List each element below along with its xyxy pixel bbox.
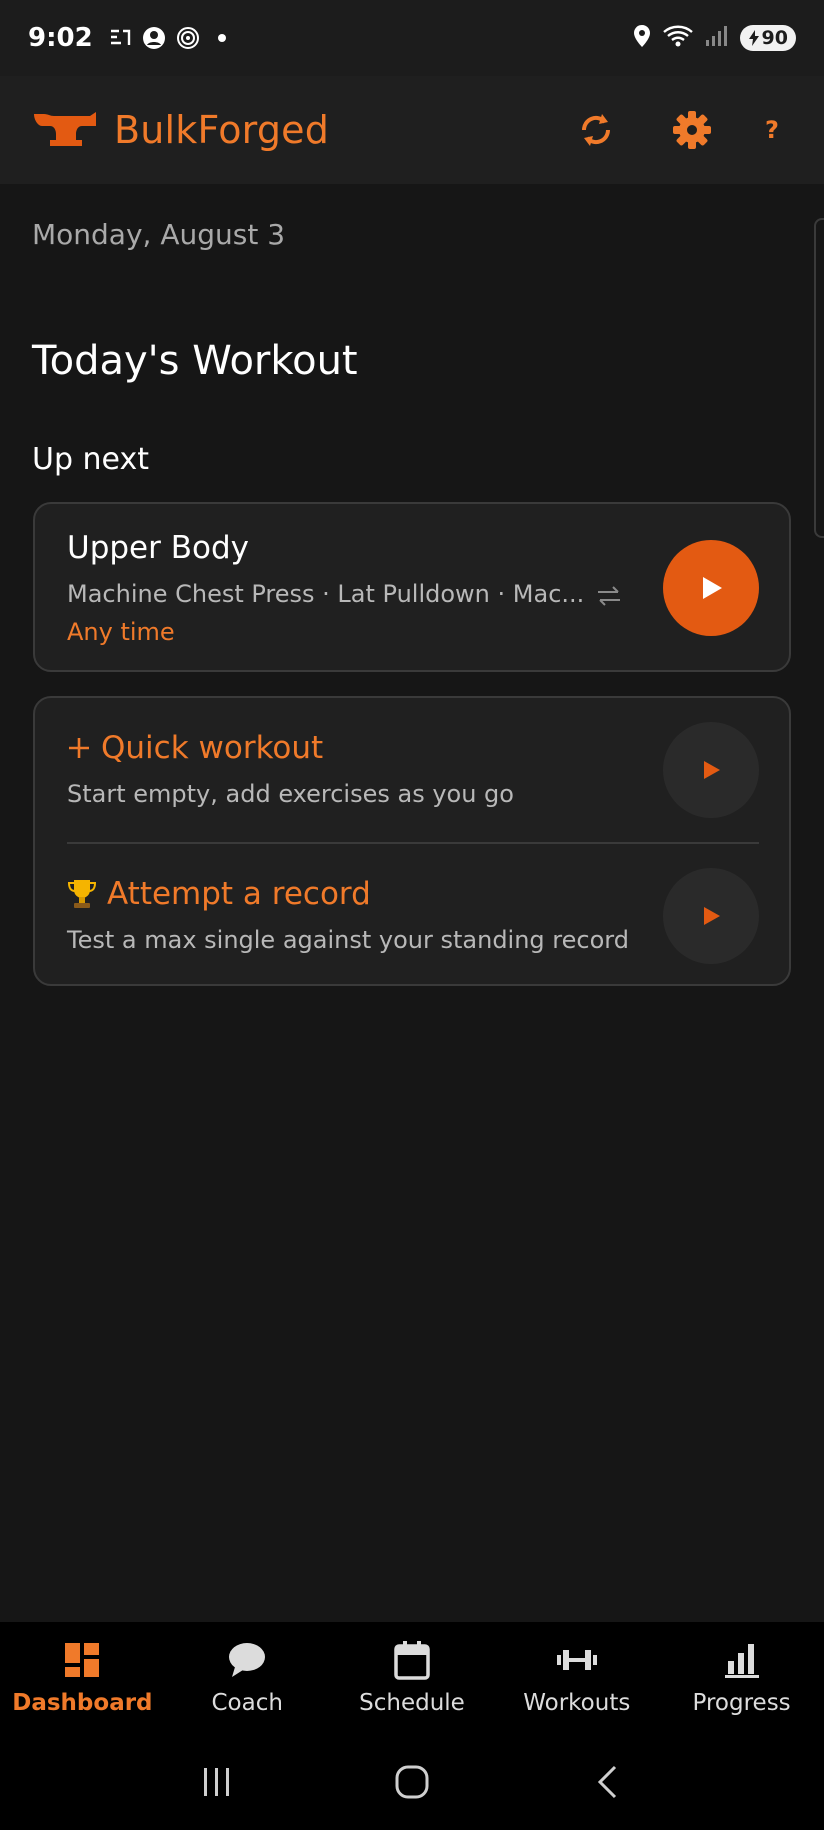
anvil-logo-icon bbox=[34, 112, 96, 146]
up-next-card[interactable]: Upper Body Machine Chest Press · Lat Pul… bbox=[33, 502, 791, 672]
dot-icon bbox=[209, 25, 235, 51]
assistant-icon bbox=[107, 25, 133, 51]
back-icon bbox=[597, 1765, 616, 1799]
battery-indicator: 90 bbox=[739, 25, 796, 51]
attempt-record-title: Attempt a record bbox=[67, 876, 371, 912]
date-label: Monday, August 3 bbox=[32, 218, 286, 251]
battery-charging-icon bbox=[748, 30, 759, 46]
location-icon bbox=[632, 24, 652, 52]
scroll-indicator bbox=[814, 218, 824, 538]
dumbbell-icon bbox=[555, 1638, 599, 1682]
sync-button[interactable] bbox=[564, 98, 628, 162]
quick-workout-label: Quick workout bbox=[101, 730, 324, 766]
battery-level: 90 bbox=[761, 27, 788, 49]
dashboard-screen: 9:02 90 BulkForged ? Monday, August 3 To… bbox=[0, 0, 824, 1830]
app-title: BulkForged bbox=[114, 108, 330, 152]
nav-dashboard-label: Dashboard bbox=[12, 1690, 153, 1716]
nav-workouts[interactable]: Workouts bbox=[494, 1622, 659, 1734]
plus-icon bbox=[69, 738, 89, 758]
nav-coach[interactable]: Coach bbox=[165, 1622, 330, 1734]
workout-name: Upper Body bbox=[67, 530, 249, 566]
calendar-icon bbox=[390, 1638, 434, 1682]
quick-workout-subtitle: Start empty, add exercises as you go bbox=[67, 780, 514, 808]
dashboard-icon bbox=[60, 1638, 104, 1682]
nav-progress-label: Progress bbox=[692, 1690, 791, 1716]
play-icon bbox=[704, 761, 720, 779]
start-quick-workout-button[interactable] bbox=[663, 722, 759, 818]
page-title: Today's Workout bbox=[32, 338, 358, 384]
bottom-navigation: Dashboard Coach Schedule Workouts Progre… bbox=[0, 1622, 824, 1734]
status-bar: 9:02 90 bbox=[0, 0, 824, 76]
system-navigation bbox=[0, 1734, 824, 1830]
status-time: 9:02 bbox=[28, 23, 93, 53]
chat-bubble-icon bbox=[225, 1638, 269, 1682]
wifi-icon bbox=[662, 23, 694, 53]
nav-workouts-label: Workouts bbox=[523, 1690, 631, 1716]
at-sign-icon bbox=[175, 25, 201, 51]
play-icon bbox=[703, 577, 722, 599]
back-button[interactable] bbox=[577, 1752, 637, 1812]
swap-arrows-icon bbox=[598, 586, 620, 606]
app-bar: BulkForged ? bbox=[0, 76, 824, 184]
play-icon bbox=[704, 907, 720, 925]
sync-icon bbox=[581, 114, 611, 146]
status-left-icons bbox=[107, 25, 235, 51]
status-right-icons: 90 bbox=[632, 23, 796, 53]
account-circle-icon bbox=[141, 25, 167, 51]
bar-chart-icon bbox=[720, 1638, 764, 1682]
recent-apps-button[interactable] bbox=[187, 1752, 247, 1812]
gear-icon bbox=[673, 111, 711, 149]
workout-exercises: Machine Chest Press · Lat Pulldown · Mac… bbox=[67, 580, 585, 608]
nav-dashboard[interactable]: Dashboard bbox=[0, 1622, 165, 1734]
quick-workout-row[interactable]: Quick workout Start empty, add exercises… bbox=[35, 698, 793, 844]
home-icon bbox=[395, 1765, 429, 1799]
app-actions: ? bbox=[564, 98, 792, 162]
start-record-attempt-button[interactable] bbox=[663, 868, 759, 964]
nav-schedule[interactable]: Schedule bbox=[330, 1622, 495, 1734]
nav-coach-label: Coach bbox=[211, 1690, 283, 1716]
start-workout-button[interactable] bbox=[663, 540, 759, 636]
home-button[interactable] bbox=[382, 1752, 442, 1812]
attempt-record-label: Attempt a record bbox=[107, 876, 371, 912]
quick-workout-title: Quick workout bbox=[67, 730, 323, 766]
swap-workout-button[interactable] bbox=[587, 578, 631, 614]
help-button[interactable]: ? bbox=[752, 116, 792, 144]
attempt-record-subtitle: Test a max single against your standing … bbox=[67, 926, 629, 954]
nav-schedule-label: Schedule bbox=[359, 1690, 465, 1716]
signal-icon bbox=[704, 24, 730, 52]
up-next-label: Up next bbox=[32, 442, 149, 477]
trophy-icon bbox=[67, 880, 97, 908]
extra-options-card: Quick workout Start empty, add exercises… bbox=[33, 696, 791, 986]
settings-button[interactable] bbox=[660, 98, 724, 162]
workout-time: Any time bbox=[67, 618, 175, 646]
attempt-record-row[interactable]: Attempt a record Test a max single again… bbox=[35, 844, 793, 988]
nav-progress[interactable]: Progress bbox=[659, 1622, 824, 1734]
recent-apps-icon bbox=[204, 1768, 230, 1796]
